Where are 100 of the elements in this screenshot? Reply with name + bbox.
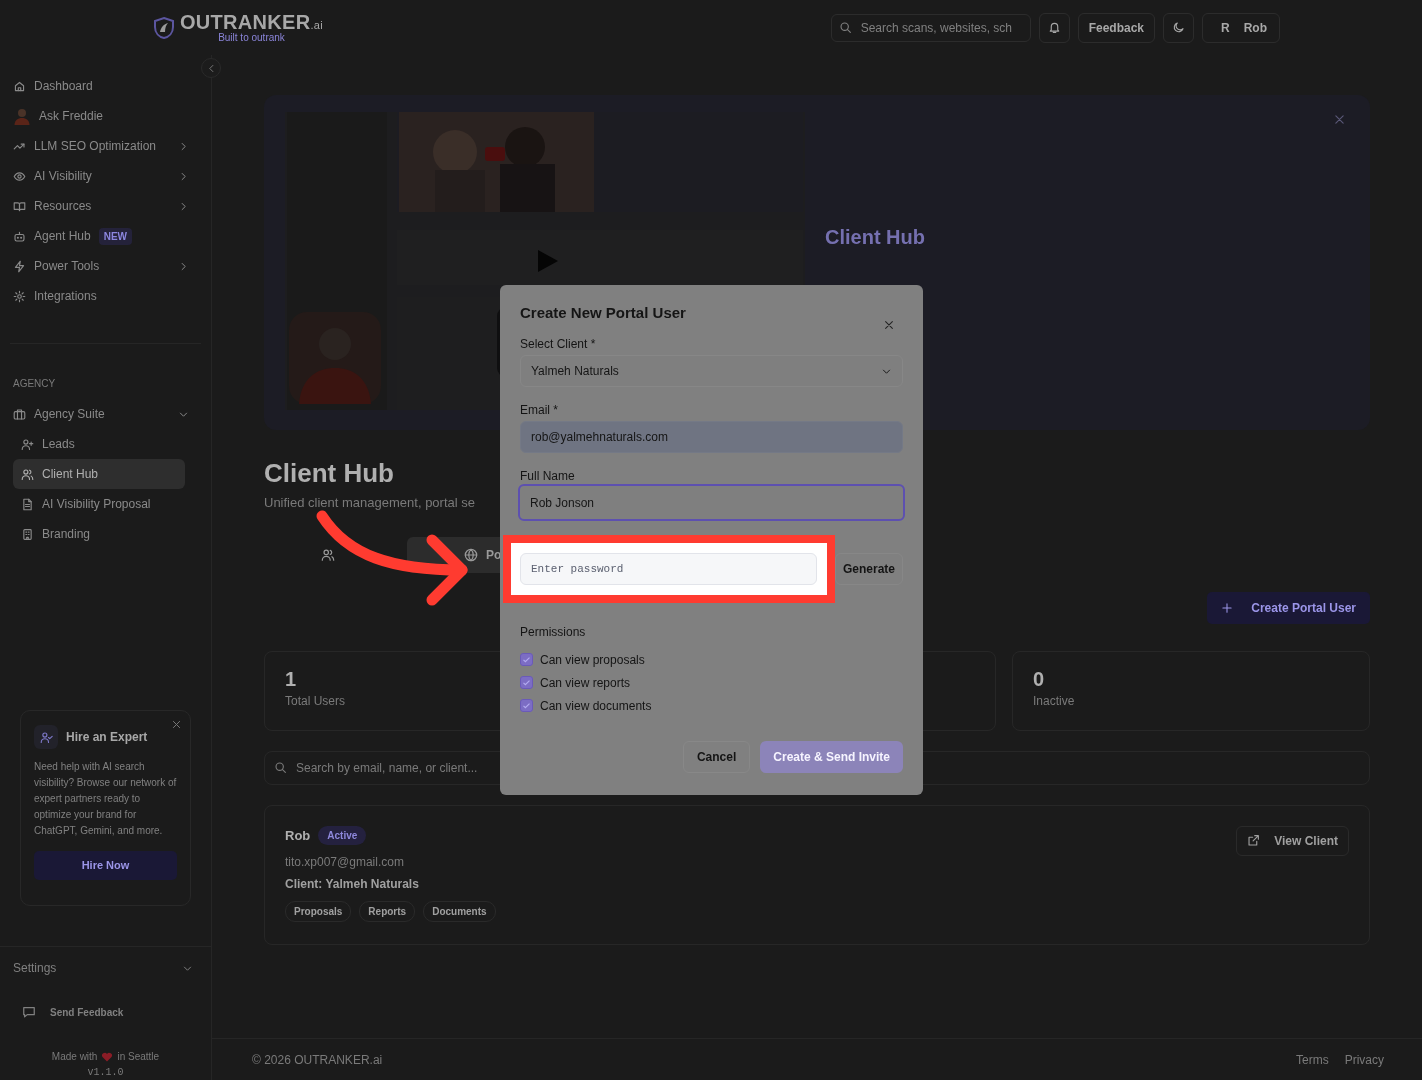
moon-icon	[1172, 21, 1185, 34]
sidebar-item[interactable]: Leads	[13, 429, 185, 459]
bell-icon	[1047, 21, 1061, 34]
close-icon	[1333, 113, 1346, 126]
check-icon	[522, 655, 531, 664]
avatar-icon	[13, 107, 31, 125]
sidebar-item[interactable]: Agent Hub NEW	[0, 221, 197, 251]
user-name: Rob	[285, 826, 311, 845]
user-name: Rob	[1243, 19, 1267, 37]
permission-tag: Reports	[359, 901, 416, 922]
collapse-sidebar-button[interactable]	[201, 58, 221, 78]
sidebar-item[interactable]: Power Tools	[0, 251, 197, 281]
sidebar-item[interactable]: AI Visibility	[0, 161, 197, 191]
sidebar-item[interactable]: Agency Suite	[0, 399, 197, 429]
sidebar-item[interactable]: Dashboard	[0, 71, 197, 101]
chevron-right-icon	[178, 140, 189, 152]
external-link-icon	[1247, 834, 1261, 847]
send-feedback-button[interactable]: Send Feedback	[0, 1001, 124, 1023]
book-icon	[13, 199, 26, 213]
stat-label: Total Users	[285, 692, 346, 710]
view-client-button[interactable]: View Client	[1236, 825, 1349, 856]
permission-tag: Proposals	[285, 901, 352, 922]
sidebar-item[interactable]: Branding	[13, 519, 185, 549]
shield-logo-icon	[152, 15, 176, 40]
briefcase-icon	[13, 407, 26, 421]
user-email: tito.xp007@gmail.com	[285, 854, 404, 871]
cancel-button[interactable]: Cancel	[682, 741, 751, 773]
user-check-icon	[39, 730, 53, 744]
search-icon	[274, 760, 287, 774]
chevron-right-icon	[178, 260, 189, 272]
sidebar-item[interactable]: Ask Freddie	[0, 101, 197, 131]
close-icon	[171, 719, 182, 730]
copyright-text: © 2026 OUTRANKER.ai	[252, 1051, 383, 1069]
permissions-label: Permissions	[520, 624, 586, 640]
banner-title: Client Hub	[825, 225, 925, 250]
stat-value: 0	[1033, 666, 1045, 692]
checkbox-label: Can view proposals	[540, 651, 645, 669]
promo-text: Need help with AI search visibility? Browse our network of expert partners ready to optimize your brand for ChatGPT, Gemini, and more.	[34, 760, 177, 838]
close-icon	[883, 318, 895, 331]
footer-link[interactable]: Terms	[1296, 1050, 1329, 1069]
user-client: Client: Yalmeh Naturals	[285, 876, 419, 893]
chevron-right-icon	[178, 170, 189, 182]
globe-icon	[464, 547, 478, 562]
notifications-button[interactable]	[1038, 12, 1070, 43]
theme-toggle-button[interactable]	[1163, 12, 1194, 43]
input-field[interactable]: rob@yalmehnaturals.com	[520, 421, 903, 453]
section-label: AGENCY	[12, 377, 56, 391]
made-with-text: in Seattle	[117, 1050, 160, 1064]
permission-tag: Documents	[423, 901, 496, 922]
building-icon	[21, 527, 34, 541]
checkbox[interactable]	[520, 676, 533, 689]
document-icon	[21, 497, 34, 511]
checkbox-label: Can view documents	[540, 697, 652, 715]
modal-title: Create New Portal User	[520, 303, 686, 323]
sidebar-item[interactable]: Client Hub	[13, 459, 185, 489]
heart-icon	[101, 1051, 114, 1063]
sidebar-item[interactable]: Integrations	[0, 281, 197, 311]
feedback-button[interactable]: Feedback	[1077, 12, 1155, 43]
version-text: v1.1.0	[87, 1066, 124, 1080]
checkbox-label: Can view reports	[540, 674, 631, 692]
new-badge: NEW	[98, 227, 133, 245]
lightning-icon	[13, 259, 26, 273]
footer-link[interactable]: Privacy	[1344, 1050, 1384, 1069]
home-icon	[13, 79, 26, 93]
check-icon	[522, 701, 531, 710]
chat-bubble-icon	[22, 1005, 36, 1019]
stat-label: Inactive	[1033, 692, 1075, 710]
checkbox[interactable]	[520, 699, 533, 712]
password-field[interactable]: Enter password	[520, 553, 817, 585]
page-title: Client Hub	[264, 457, 394, 489]
page-subtitle: Unified client management, portal se	[264, 494, 475, 512]
check-icon	[522, 678, 531, 687]
settings-icon	[13, 289, 26, 303]
create-portal-user-button[interactable]: Create Portal User	[1207, 591, 1370, 624]
settings-label: Settings	[13, 960, 57, 977]
field-label: Full Name	[520, 468, 575, 484]
checkbox[interactable]	[520, 653, 533, 666]
select-field[interactable]: Yalmeh Naturals	[520, 355, 903, 387]
sidebar-item[interactable]: AI Visibility Proposal	[13, 489, 185, 519]
promo-title: Hire an Expert	[66, 729, 148, 746]
input-field[interactable]: Rob Jonson	[518, 484, 905, 521]
sidebar-item[interactable]: Resources	[0, 191, 197, 221]
generate-button[interactable]: Generate	[835, 553, 903, 585]
chevron-right-icon	[178, 200, 189, 212]
search-field[interactable]: Search scans, websites, sch	[830, 13, 1031, 42]
users-icon	[21, 467, 34, 481]
user-plus-icon	[21, 437, 34, 451]
status-badge: Active	[318, 825, 367, 845]
logo-tagline: Built to outrank	[218, 32, 285, 43]
users-icon	[321, 547, 335, 562]
field-label: Email *	[520, 402, 558, 418]
made-with-text: Made with	[51, 1050, 98, 1064]
search-icon	[838, 20, 852, 34]
plus-icon	[1221, 601, 1234, 614]
robot-icon	[13, 229, 26, 243]
user-initial: R	[1221, 19, 1230, 37]
field-label: Select Client *	[520, 336, 596, 352]
sidebar-item[interactable]: LLM SEO Optimization	[0, 131, 197, 161]
stat-value: 1	[285, 666, 297, 692]
hire-now-button[interactable]: Hire Now	[34, 851, 177, 880]
